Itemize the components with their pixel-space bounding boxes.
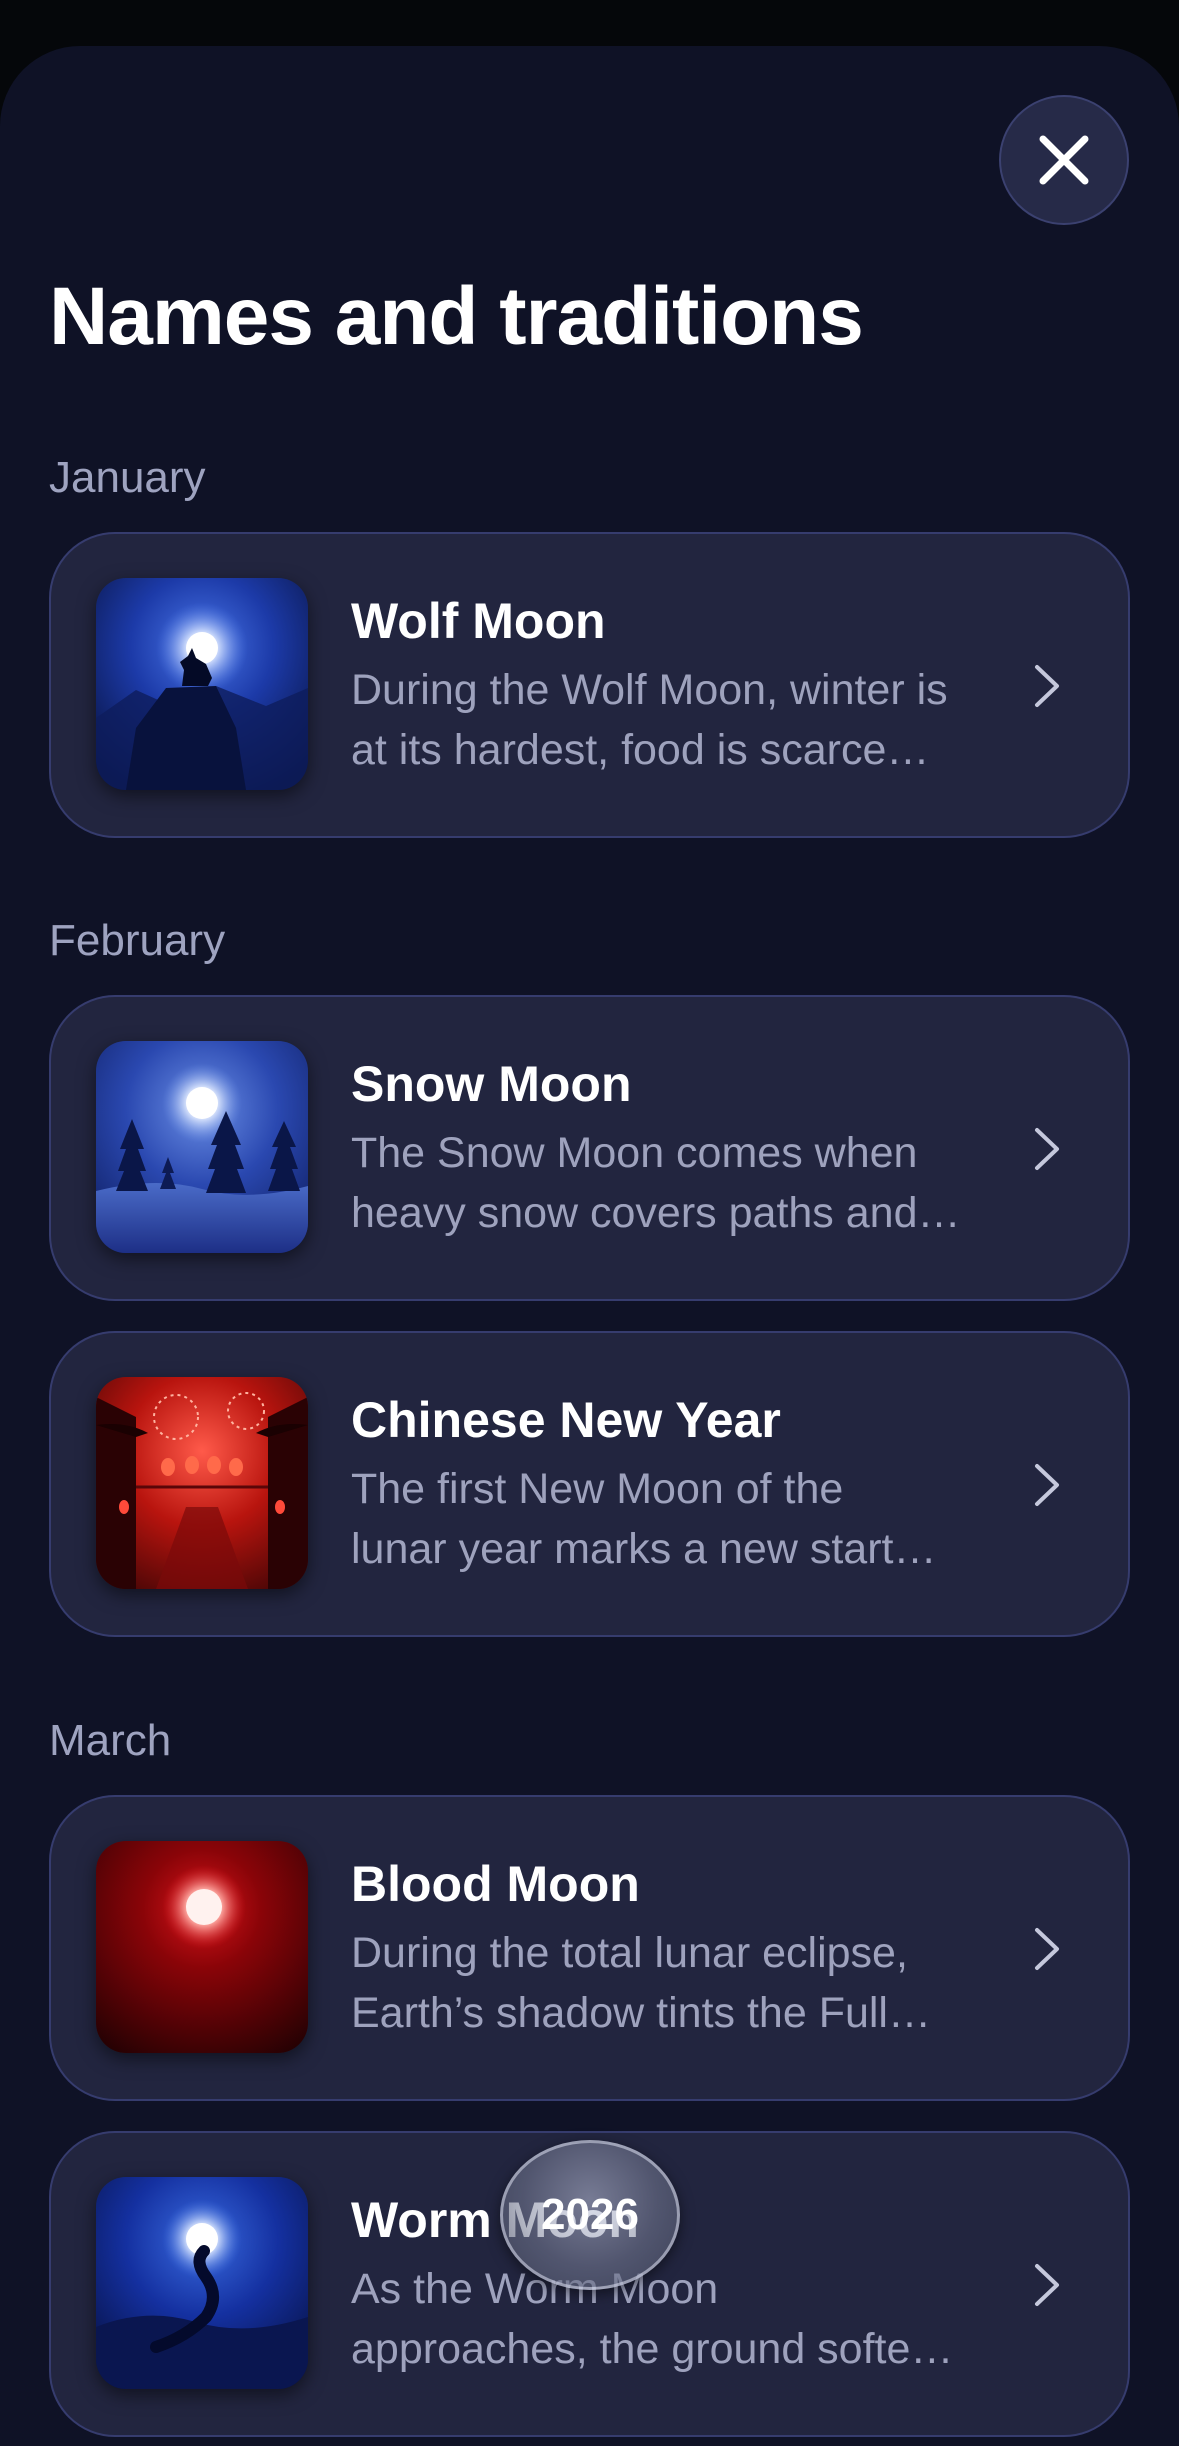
list-item-snow-moon[interactable]: Snow Moon The Snow Moon comes when heavy… (49, 995, 1130, 1301)
card-title: Chinese New Year (351, 1392, 781, 1448)
card-title: Blood Moon (351, 1856, 640, 1912)
close-icon (1039, 135, 1089, 185)
month-header-january: January (49, 453, 206, 502)
list-item-blood-moon[interactable]: Blood Moon During the total lunar eclips… (49, 1795, 1130, 2101)
blood-moon-thumbnail (96, 1841, 308, 2053)
wolf-moon-thumbnail (96, 578, 308, 790)
card-description: During the Wolf Moon, winter is at its h… (351, 666, 948, 774)
snow-moon-thumbnail (96, 1041, 308, 1253)
card-description: During the total lunar eclipse, Earth’s … (351, 1929, 931, 2037)
page-title: Names and traditions (49, 271, 864, 362)
chinese-new-year-thumbnail (96, 1377, 308, 1589)
card-description: The first New Moon of the lunar year mar… (351, 1465, 937, 1573)
close-button[interactable] (999, 95, 1129, 225)
month-header-february: February (49, 916, 226, 965)
chevron-right-icon (1035, 1928, 1059, 1970)
list-item-wolf-moon[interactable]: Wolf Moon During the Wolf Moon, winter i… (49, 532, 1130, 838)
names-traditions-sheet: Names and traditions January Wolf Moon D… (0, 46, 1179, 2446)
chevron-right-icon (1035, 1464, 1059, 1506)
card-description: The Snow Moon comes when heavy snow cove… (351, 1129, 961, 1237)
list-item-chinese-new-year[interactable]: Chinese New Year The first New Moon of t… (49, 1331, 1130, 1637)
card-title: Snow Moon (351, 1056, 632, 1112)
card-description: As the Worm Moon approaches, the ground … (351, 2265, 954, 2373)
year-selector-button[interactable]: 2026 (500, 2140, 680, 2290)
card-title: Wolf Moon (351, 593, 606, 649)
chevron-right-icon (1035, 1128, 1059, 1170)
chevron-right-icon (1035, 2264, 1059, 2306)
chevron-right-icon (1035, 665, 1059, 707)
worm-moon-thumbnail (96, 2177, 308, 2389)
month-header-march: March (49, 1716, 172, 1765)
